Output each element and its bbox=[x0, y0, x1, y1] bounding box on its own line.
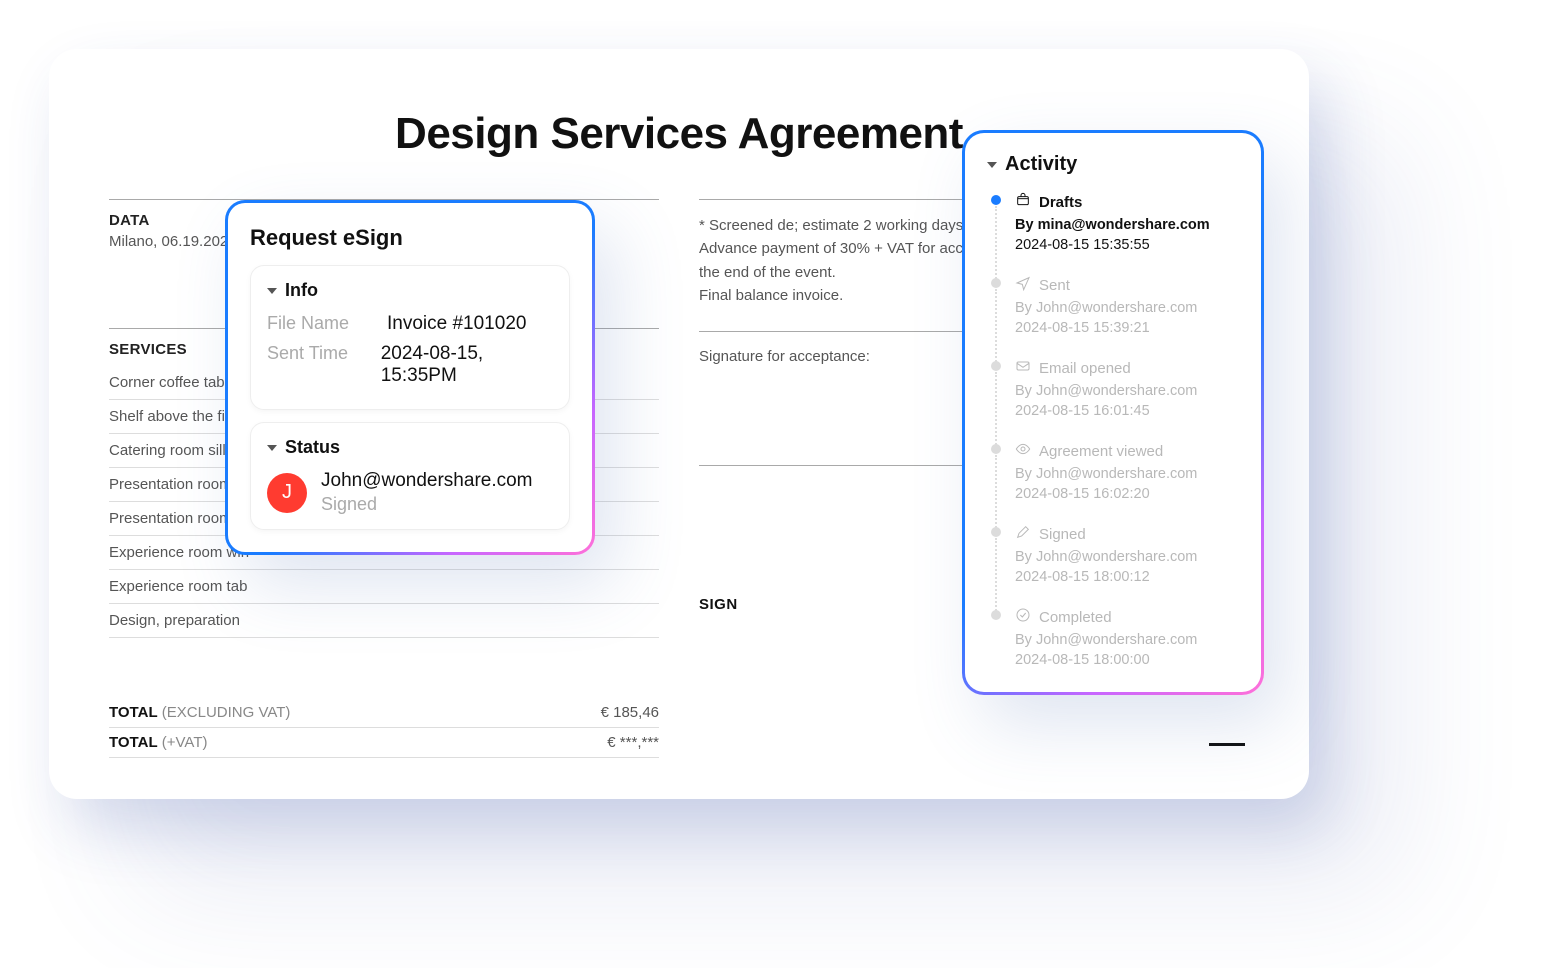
activity-item[interactable]: Drafts By mina@wondershare.com 2024-08-15 … bbox=[991, 192, 1239, 275]
esign-info-heading-label: Info bbox=[285, 280, 318, 301]
activity-item-label: Signed bbox=[1039, 526, 1086, 543]
chevron-down-icon bbox=[987, 162, 997, 168]
activity-item-time: 2024-08-15 15:39:21 bbox=[1015, 320, 1239, 336]
sent-time-value: 2024-08-15, 15:35PM bbox=[381, 343, 553, 387]
chevron-down-icon bbox=[267, 288, 277, 294]
esign-status-heading-label: Status bbox=[285, 437, 340, 458]
esign-status-card: Status J John@wondershare.com Signed bbox=[250, 422, 570, 530]
service-item: Design, preparation bbox=[109, 604, 659, 638]
activity-item-head: Email opened bbox=[1015, 358, 1239, 378]
esign-info-card: Info File Name Invoice #101020 Sent Time… bbox=[250, 265, 570, 410]
timeline-dot-icon bbox=[991, 527, 1001, 537]
timeline-dot-icon bbox=[991, 278, 1001, 288]
activity-item-by: By John@wondershare.com bbox=[1015, 383, 1239, 399]
sent-time-row: Sent Time 2024-08-15, 15:35PM bbox=[267, 343, 553, 387]
activity-item[interactable]: Completed By John@wondershare.com 2024-08-… bbox=[991, 607, 1239, 668]
activity-item-head: Completed bbox=[1015, 607, 1239, 627]
total-ex-vat-strong: TOTAL bbox=[109, 704, 158, 721]
activity-timeline: Drafts By mina@wondershare.com 2024-08-15 … bbox=[991, 192, 1239, 668]
total-ex-vat-row: TOTAL (EXCLUDING VAT) € 185,46 bbox=[109, 698, 659, 728]
activity-item-label: Completed bbox=[1039, 609, 1112, 626]
activity-item-time: 2024-08-15 16:02:20 bbox=[1015, 486, 1239, 502]
file-name-row: File Name Invoice #101020 bbox=[267, 313, 553, 335]
activity-item-label: Drafts bbox=[1039, 194, 1082, 211]
timeline-dot-icon bbox=[991, 361, 1001, 371]
activity-item-by: By mina@wondershare.com bbox=[1015, 217, 1239, 233]
activity-heading[interactable]: Activity bbox=[987, 153, 1239, 176]
activity-item-label: Email opened bbox=[1039, 360, 1131, 377]
esign-info-heading[interactable]: Info bbox=[267, 280, 553, 301]
timeline-dot-icon bbox=[991, 195, 1001, 205]
total-inc-vat-light: (+VAT) bbox=[158, 734, 208, 751]
total-inc-vat-value: € ***,*** bbox=[607, 734, 659, 751]
esign-status-heading[interactable]: Status bbox=[267, 437, 553, 458]
file-name-value: Invoice #101020 bbox=[387, 313, 526, 335]
activity-item-head: Sent bbox=[1015, 275, 1239, 295]
activity-item-by: By John@wondershare.com bbox=[1015, 300, 1239, 316]
activity-card: Activity Drafts By mina@wondershare.com 20… bbox=[962, 130, 1264, 695]
esign-title: Request eSign bbox=[250, 225, 570, 251]
activity-item-by: By John@wondershare.com bbox=[1015, 632, 1239, 648]
sent-icon bbox=[1015, 275, 1031, 295]
signed-icon bbox=[1015, 524, 1031, 544]
chevron-down-icon bbox=[267, 445, 277, 451]
total-ex-vat-light: (EXCLUDING VAT) bbox=[158, 704, 291, 721]
mail-icon bbox=[1015, 358, 1031, 378]
draft-icon bbox=[1015, 192, 1031, 212]
eye-icon bbox=[1015, 441, 1031, 461]
timeline-dot-icon bbox=[991, 444, 1001, 454]
activity-item-by: By John@wondershare.com bbox=[1015, 549, 1239, 565]
activity-item-by: By John@wondershare.com bbox=[1015, 466, 1239, 482]
activity-item-label: Agreement viewed bbox=[1039, 443, 1163, 460]
activity-item-time: 2024-08-15 18:00:00 bbox=[1015, 652, 1239, 668]
completed-icon bbox=[1015, 607, 1031, 627]
activity-heading-label: Activity bbox=[1005, 153, 1077, 176]
activity-item-head: Signed bbox=[1015, 524, 1239, 544]
total-ex-vat-value: € 185,46 bbox=[601, 704, 659, 721]
activity-item-time: 2024-08-15 15:35:55 bbox=[1015, 237, 1239, 253]
sent-time-label: Sent Time bbox=[267, 343, 361, 364]
timeline-dot-icon bbox=[991, 610, 1001, 620]
totals: TOTAL (EXCLUDING VAT) € 185,46 TOTAL (+V… bbox=[109, 698, 659, 758]
file-name-label: File Name bbox=[267, 313, 367, 334]
signer-email: John@wondershare.com bbox=[321, 470, 533, 492]
signer-state: Signed bbox=[321, 494, 533, 515]
activity-item[interactable]: Signed By John@wondershare.com 2024-08-15 … bbox=[991, 524, 1239, 607]
esign-card: Request eSign Info File Name Invoice #10… bbox=[225, 200, 595, 555]
activity-item[interactable]: Email opened By John@wondershare.com 2024-… bbox=[991, 358, 1239, 441]
activity-item[interactable]: Agreement viewed By John@wondershare.com 2… bbox=[991, 441, 1239, 524]
activity-item-head: Drafts bbox=[1015, 192, 1239, 212]
total-inc-vat-strong: TOTAL bbox=[109, 734, 158, 751]
signer-row: J John@wondershare.com Signed bbox=[267, 470, 553, 515]
signature-line bbox=[1209, 743, 1245, 746]
activity-item-head: Agreement viewed bbox=[1015, 441, 1239, 461]
activity-item-label: Sent bbox=[1039, 277, 1070, 294]
total-inc-vat-row: TOTAL (+VAT) € ***,*** bbox=[109, 728, 659, 758]
service-item: Experience room tab bbox=[109, 570, 659, 604]
avatar: J bbox=[267, 473, 307, 513]
activity-item-time: 2024-08-15 16:01:45 bbox=[1015, 403, 1239, 419]
activity-item-time: 2024-08-15 18:00:12 bbox=[1015, 569, 1239, 585]
activity-item[interactable]: Sent By John@wondershare.com 2024-08-15 15… bbox=[991, 275, 1239, 358]
